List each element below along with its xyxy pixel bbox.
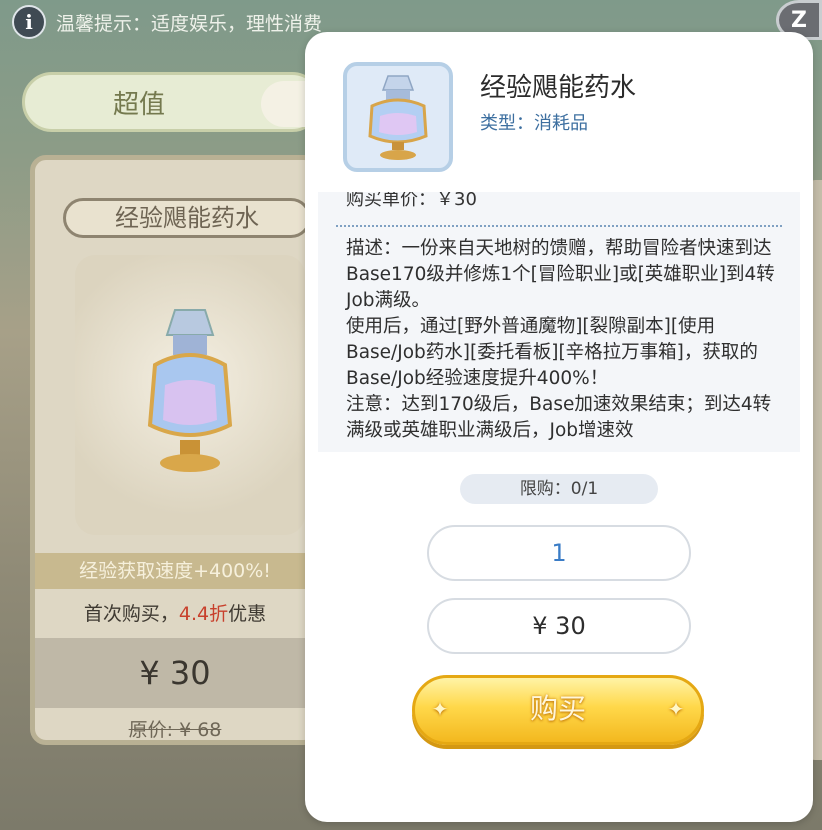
original-price: 原价: ¥ 68 [128, 719, 222, 741]
item-name: 经验飓能药水 [480, 73, 637, 103]
potion-icon [368, 75, 428, 160]
quantity-input[interactable]: 1 [427, 525, 691, 581]
unit-price: 购买单价：￥30 [346, 192, 477, 210]
item-icon-frame [343, 62, 453, 172]
sparkle-icon: ✦ [431, 697, 449, 721]
buy-button[interactable]: ✦ 购买 ✦ [412, 675, 704, 745]
item-detail-modal: 经验飓能药水 类型：消耗品 购买单价：￥30 描述：一份来自天地树的馈赠，帮助冒… [305, 32, 813, 822]
total-price: ¥ 30 [427, 598, 691, 654]
product-card-title: 经验飓能药水 [63, 198, 311, 238]
product-card-banner: 经验获取速度+400%! [35, 553, 315, 589]
potion-icon [147, 309, 233, 472]
notice-text: 温馨提示：适度娱乐，理性消费 [56, 12, 323, 35]
product-card[interactable]: 经验飓能药水 经验获取速度+400%! 首次购买，4.4折优惠 ¥ 30 原价:… [30, 155, 320, 745]
sparkle-icon: ✦ [667, 697, 685, 721]
item-description: 描述：一份来自天地树的馈赠，帮助冒险者快速到达Base170级并修炼1个[冒险职… [346, 238, 775, 441]
tab-super-value[interactable]: 超值 [49, 85, 229, 125]
discount-text: 4.4折 [178, 603, 229, 625]
item-type: 类型：消耗品 [480, 113, 588, 134]
product-card-price[interactable]: ¥ 30 [35, 638, 315, 708]
shop-tabbar: 超值 [22, 72, 331, 132]
info-icon: i [12, 5, 46, 39]
buy-button-label: 购买 [529, 692, 586, 725]
purchase-limit: 限购：0/1 [460, 474, 658, 504]
divider [336, 225, 782, 227]
first-purchase-line: 首次购买，4.4折优惠 [83, 603, 267, 625]
product-card-art [75, 255, 305, 535]
description-scroll-area[interactable]: 购买单价：￥30 描述：一份来自天地树的馈赠，帮助冒险者快速到达Base170级… [318, 192, 800, 452]
